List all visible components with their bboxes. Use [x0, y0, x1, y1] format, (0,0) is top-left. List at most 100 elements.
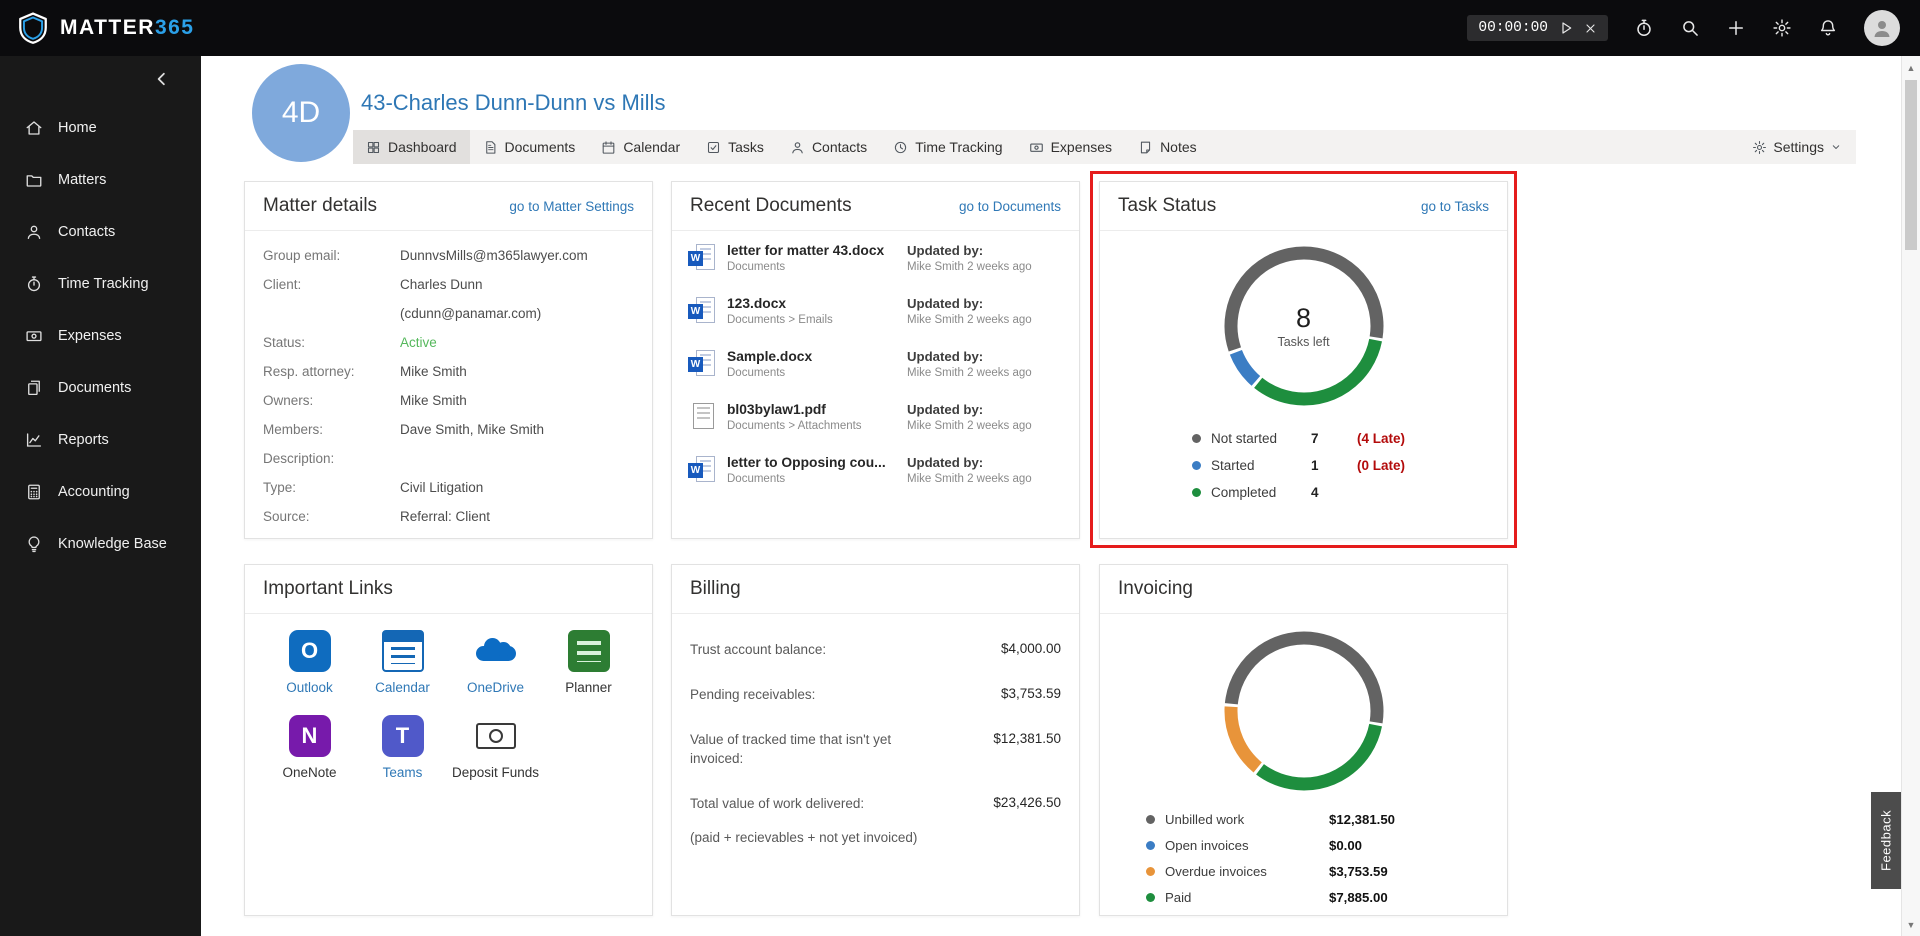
scroll-down-arrow[interactable]: ▼: [1902, 915, 1920, 934]
document-row[interactable]: Sample.docx Documents Updated by: Mike S…: [688, 345, 1065, 398]
important-link[interactable]: Outlook: [263, 630, 356, 695]
sidebar-item[interactable]: Knowledge Base: [0, 518, 201, 570]
document-name[interactable]: Sample.docx: [727, 349, 905, 364]
card-header: Billing: [672, 565, 1079, 614]
sidebar-item[interactable]: Matters: [0, 154, 201, 206]
detail-label: Description:: [263, 451, 335, 466]
go-to-matter-settings-link[interactable]: go to Matter Settings: [509, 199, 634, 214]
detail-value: Referral: Client: [400, 509, 491, 524]
document-updated-label: Updated by:: [907, 402, 984, 417]
sidebar-item[interactable]: Documents: [0, 362, 201, 414]
legend-late: (4 Late): [1357, 431, 1406, 446]
tab-label: Calendar: [623, 139, 681, 155]
search-icon[interactable]: [1680, 18, 1700, 38]
matter-tab[interactable]: Documents: [470, 130, 589, 164]
scrollbar-thumb[interactable]: [1905, 80, 1917, 250]
billing-value: $12,381.50: [993, 731, 1061, 747]
stopwatch-icon[interactable]: [1634, 18, 1654, 38]
sidebar-item[interactable]: Accounting: [0, 466, 201, 518]
document-row[interactable]: 123.docx Documents > Emails Updated by: …: [688, 292, 1065, 345]
matter-detail-row: Members: Dave Smith, Mike Smith: [263, 415, 634, 444]
important-link[interactable]: Calendar: [356, 630, 449, 695]
sidebar-item-icon: [25, 119, 43, 137]
user-avatar[interactable]: [1864, 10, 1900, 46]
important-link[interactable]: Planner: [542, 630, 635, 695]
sidebar-item[interactable]: Time Tracking: [0, 258, 201, 310]
sidebar-item-icon: [25, 223, 43, 241]
legend-count: 4: [1311, 485, 1319, 500]
document-path: Documents: [727, 367, 786, 379]
go-to-tasks-link[interactable]: go to Tasks: [1421, 199, 1489, 214]
document-updated-label: Updated by:: [907, 296, 984, 311]
important-link-label: Planner: [565, 680, 612, 695]
timer-close-icon[interactable]: [1584, 22, 1597, 35]
detail-label: Source:: [263, 509, 310, 524]
document-updated-meta: Mike Smith 2 weeks ago: [907, 314, 1032, 326]
legend-name: Overdue invoices: [1165, 863, 1267, 879]
document-name[interactable]: letter for matter 43.docx: [727, 243, 905, 258]
task-status-donut: [1224, 246, 1383, 406]
sidebar-item[interactable]: Home: [0, 102, 201, 154]
sidebar: Home Matters Contacts Time Tracking Expe…: [0, 56, 201, 936]
document-updated-meta: Mike Smith 2 weeks ago: [907, 261, 1032, 273]
billing-row: (paid + recievables + not yet invoiced): [690, 829, 1061, 847]
important-link[interactable]: Teams: [356, 715, 449, 780]
important-link[interactable]: Deposit Funds: [449, 715, 542, 780]
matter-tab[interactable]: Tasks: [693, 130, 777, 164]
timer-play-icon[interactable]: [1558, 20, 1574, 36]
detail-label: Status:: [263, 335, 306, 350]
sidebar-item[interactable]: Contacts: [0, 206, 201, 258]
task-status-donut-chart: 8 Tasks left: [1219, 241, 1389, 411]
matter-tab[interactable]: Notes: [1125, 130, 1210, 164]
timer-widget[interactable]: 00:00:00: [1467, 15, 1608, 41]
billing-card: Billing Trust account balance: $4,000.00…: [671, 564, 1080, 916]
tab-icon: [1138, 140, 1153, 155]
important-link[interactable]: OneDrive: [449, 630, 542, 695]
tab-icon: [601, 140, 616, 155]
legend-amount: $7,885.00: [1329, 889, 1388, 905]
matter-tabs: Dashboard Documents Calendar Tasks Conta…: [353, 130, 1210, 164]
matter-detail-row: Resp. attorney: Mike Smith: [263, 357, 634, 386]
invoicing-donut-chart: [1219, 626, 1389, 796]
matter-tab[interactable]: Contacts: [777, 130, 880, 164]
detail-value: Mike Smith: [400, 364, 467, 379]
legend-amount: $0.00: [1329, 837, 1363, 853]
important-link-label: Teams: [382, 765, 423, 780]
document-name[interactable]: bl03bylaw1.pdf: [727, 402, 905, 417]
matter-tab[interactable]: Time Tracking: [880, 130, 1015, 164]
important-link[interactable]: OneNote: [263, 715, 356, 780]
app-icon: [381, 715, 424, 757]
feedback-tab[interactable]: Feedback: [1871, 792, 1901, 889]
add-icon[interactable]: [1726, 18, 1746, 38]
invoicing-legend-row: Open invoices $0.00: [1100, 832, 1507, 858]
matter-tab[interactable]: Dashboard: [353, 130, 470, 164]
document-row[interactable]: letter to Opposing cou... Documents Upda…: [688, 451, 1065, 504]
important-link-label: Calendar: [375, 680, 430, 695]
detail-value: (cdunn@panamar.com): [400, 306, 542, 321]
user-icon: [1870, 16, 1894, 40]
billing-label: Total value of work delivered:: [690, 795, 865, 811]
matter-tab[interactable]: Expenses: [1016, 130, 1125, 164]
go-to-documents-link[interactable]: go to Documents: [959, 199, 1061, 214]
document-row[interactable]: letter for matter 43.docx Documents Upda…: [688, 239, 1065, 292]
document-updated-meta: Mike Smith 2 weeks ago: [907, 367, 1032, 379]
sidebar-item[interactable]: Expenses: [0, 310, 201, 362]
sidebar-collapse-button[interactable]: [0, 56, 201, 102]
matter-title: 43-Charles Dunn-Dunn vs Mills: [361, 90, 666, 115]
sidebar-item[interactable]: Reports: [0, 414, 201, 466]
scroll-up-arrow[interactable]: ▲: [1902, 58, 1920, 77]
document-row[interactable]: bl03bylaw1.pdf Documents > Attachments U…: [688, 398, 1065, 451]
app-logo[interactable]: MATTER365: [0, 11, 194, 45]
sidebar-item-icon: [25, 535, 43, 553]
detail-value: Mike Smith: [400, 393, 467, 408]
card-title: Recent Documents: [690, 195, 852, 216]
document-name[interactable]: 123.docx: [727, 296, 905, 311]
matter-settings-menu[interactable]: Settings: [1738, 130, 1856, 164]
document-name[interactable]: letter to Opposing cou...: [727, 455, 905, 470]
notifications-bell-icon[interactable]: [1818, 18, 1838, 38]
billing-label: Trust account balance:: [690, 642, 827, 657]
page-scrollbar[interactable]: ▲ ▼: [1901, 56, 1920, 936]
sidebar-item-label: Expenses: [58, 328, 122, 344]
matter-tab[interactable]: Calendar: [588, 130, 693, 164]
gear-icon[interactable]: [1772, 18, 1792, 38]
